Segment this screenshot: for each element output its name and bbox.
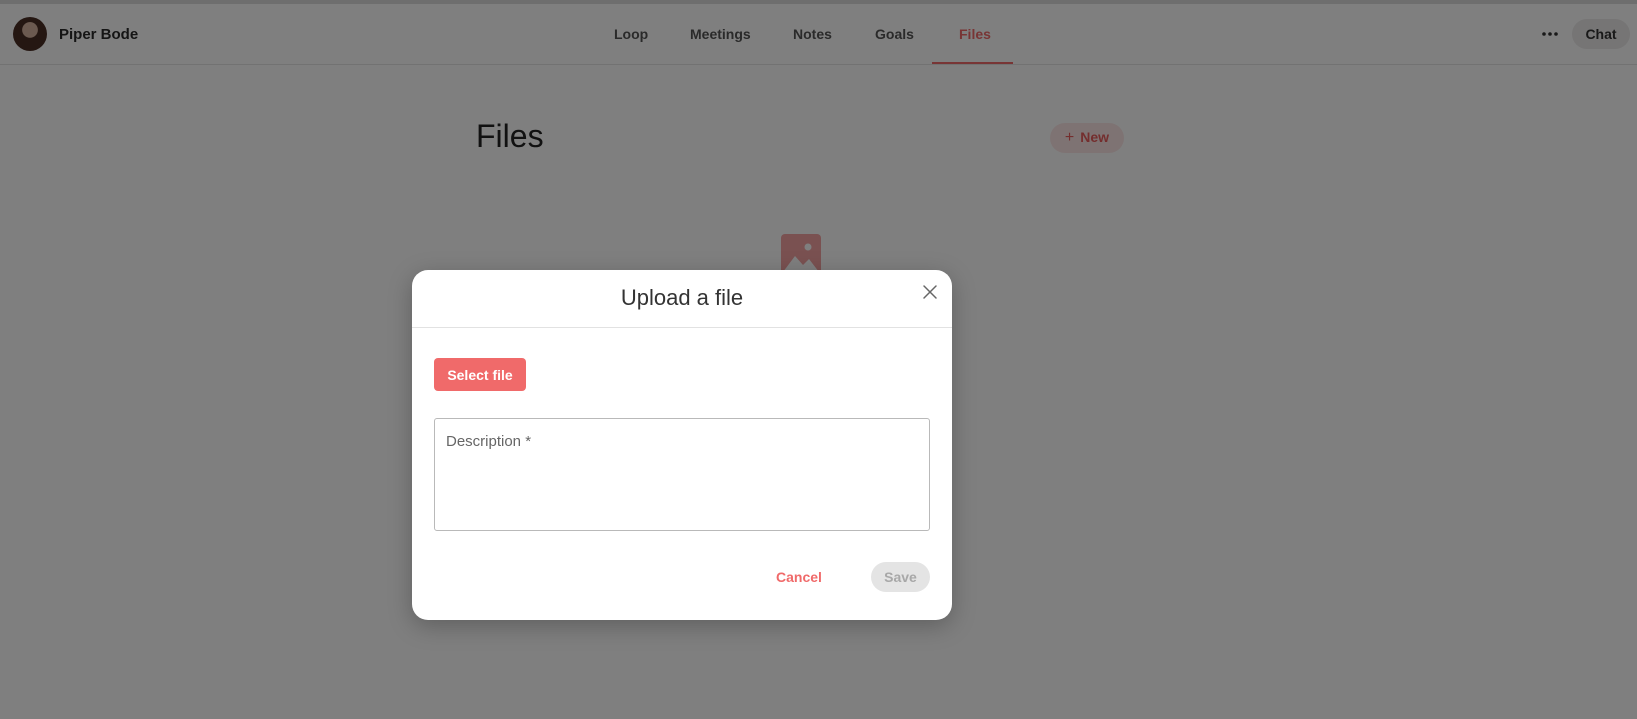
upload-file-dialog: Upload a file Select file Cancel Save <box>412 270 952 620</box>
dialog-header: Upload a file <box>412 270 952 328</box>
save-button[interactable]: Save <box>871 562 930 592</box>
description-input[interactable] <box>435 419 929 530</box>
dialog-title: Upload a file <box>620 285 744 310</box>
select-file-button[interactable]: Select file <box>434 358 526 391</box>
cancel-button[interactable]: Cancel <box>767 562 831 592</box>
description-field[interactable] <box>434 418 930 531</box>
close-icon[interactable] <box>922 284 938 300</box>
